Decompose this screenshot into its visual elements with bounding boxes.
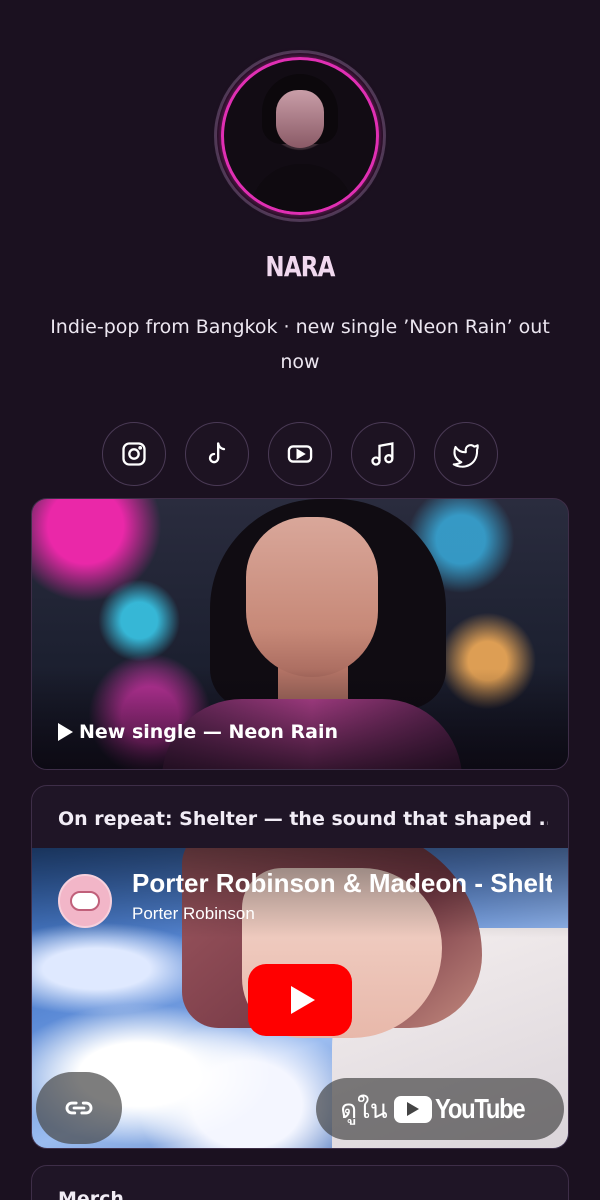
video-title[interactable]: Porter Robinson & Madeon - Shelter: [132, 868, 552, 899]
feature-label-text: New single — Neon Rain: [79, 721, 339, 743]
video-channel[interactable]: Porter Robinson: [132, 904, 255, 924]
twitter-link[interactable]: [434, 422, 498, 486]
social-links: [102, 422, 498, 486]
feature-card-neon-rain[interactable]: New single — Neon Rain: [31, 498, 569, 770]
feature-label: New single — Neon Rain: [58, 721, 338, 743]
youtube-play-button[interactable]: [248, 964, 352, 1036]
merch-card[interactable]: Merch: [31, 1165, 569, 1200]
merch-title: Merch: [58, 1188, 124, 1200]
play-icon: [58, 723, 73, 741]
youtube-logo-icon: YouTube: [393, 1093, 540, 1125]
profile-bio: Indie-pop from Bangkok · new single ’Neo…: [50, 316, 550, 373]
youtube-embed[interactable]: Porter Robinson & Madeon - Shelter Porte…: [32, 848, 568, 1148]
video-card: On repeat: Shelter — the sound that shap…: [31, 785, 569, 1149]
youtube-link[interactable]: [268, 422, 332, 486]
tiktok-link[interactable]: [185, 422, 249, 486]
youtube-wordmark: YouTube: [434, 1093, 526, 1124]
video-card-title: On repeat: Shelter — the sound that shap…: [58, 808, 548, 830]
music-link[interactable]: [351, 422, 415, 486]
link-icon: [65, 1101, 93, 1115]
watch-on-youtube-button[interactable]: ดูใน YouTube: [316, 1078, 564, 1140]
profile-avatar: [214, 50, 386, 222]
profile-name: NARA: [265, 250, 335, 283]
play-icon: [291, 986, 315, 1014]
twitter-icon: [452, 444, 479, 468]
instagram-icon: [122, 442, 146, 466]
copy-link-button[interactable]: [36, 1072, 122, 1144]
music-note-icon: [371, 442, 394, 466]
watch-on-prefix: ดูใน: [340, 1094, 388, 1125]
youtube-icon: [287, 445, 313, 463]
instagram-link[interactable]: [102, 422, 166, 486]
channel-avatar[interactable]: [58, 874, 112, 928]
tiktok-icon: [208, 442, 226, 464]
